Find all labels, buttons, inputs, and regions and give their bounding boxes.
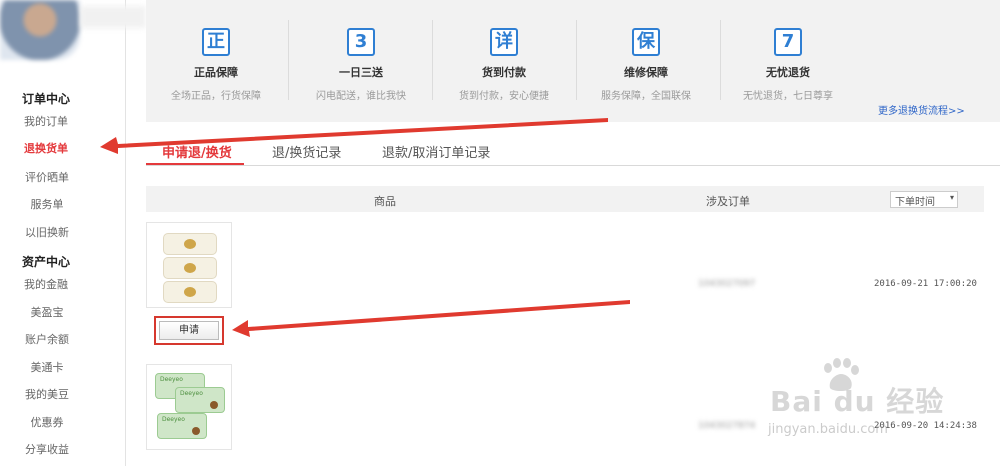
cod-icon: 详 <box>490 28 518 56</box>
product-image-pack <box>163 233 217 255</box>
product-thumbnail[interactable]: Deeyeo Deeyeo Deeyeo <box>146 364 232 450</box>
three-deliveries-icon: 3 <box>347 28 375 56</box>
service-seven-day-return: 7 无忧退货 无忧退货，七日尊享 <box>718 28 858 102</box>
tab-return-records[interactable]: 退/换货记录 <box>272 142 341 161</box>
seven-day-return-icon: 7 <box>774 28 802 56</box>
service-guarantee-band: 正 正品保障 全场正品，行货保障 3 一日三送 闪电配送，谁比我快 详 货到付款… <box>146 0 1000 122</box>
order-id-blurred[interactable]: 1043027874 <box>698 421 755 431</box>
sort-label: 下单时间 <box>895 197 935 208</box>
service-three-deliveries: 3 一日三送 闪电配送，谁比我快 <box>291 28 431 102</box>
more-return-process-link[interactable]: 更多退换货流程>> <box>878 102 965 117</box>
product-thumbnail[interactable] <box>146 222 232 308</box>
column-order: 涉及订单 <box>706 195 750 208</box>
sidebar-item-meitong-card[interactable]: 美通卡 <box>0 359 94 375</box>
active-tab-underline <box>146 163 244 165</box>
service-title: 货到付款 <box>482 66 526 79</box>
order-time: 2016-09-20 14:24:38 <box>874 421 977 431</box>
tab-refund-records[interactable]: 退款/取消订单记录 <box>382 142 490 161</box>
order-id-blurred[interactable]: 1043027097 <box>698 279 755 289</box>
section-order-center: 订单中心 <box>22 92 71 106</box>
sort-by-order-time-select[interactable]: 下单时间 ▾ <box>890 191 958 208</box>
service-desc: 货到付款，安心便捷 <box>459 91 549 102</box>
arrow-to-apply-button <box>232 300 630 337</box>
warranty-icon: 保 <box>632 28 660 56</box>
sidebar-item-finance[interactable]: 我的金融 <box>24 276 114 292</box>
product-image-wipes: Deeyeo <box>175 387 225 413</box>
avatar[interactable] <box>0 0 80 60</box>
service-title: 维修保障 <box>624 66 668 79</box>
service-desc: 无忧退货，七日尊享 <box>743 91 833 102</box>
sidebar-item-my-orders[interactable]: 我的订单 <box>24 113 114 129</box>
sidebar-item-coupons[interactable]: 优惠券 <box>0 414 94 430</box>
watermark-logo: Bai du 经验 <box>770 385 945 418</box>
section-asset-center: 资产中心 <box>22 255 71 269</box>
apply-button-highlight[interactable]: 申请 <box>154 316 224 345</box>
sidebar-item-share-earnings[interactable]: 分享收益 <box>0 441 94 457</box>
sidebar-item-meiyingbao[interactable]: 美盈宝 <box>0 304 94 320</box>
divider <box>432 20 433 100</box>
apply-button[interactable]: 申请 <box>159 321 219 340</box>
service-title: 无忧退货 <box>766 66 810 79</box>
service-warranty: 保 维修保障 服务保障，全国联保 <box>576 28 716 102</box>
order-time: 2016-09-21 17:00:20 <box>874 279 977 289</box>
tab-apply-return[interactable]: 申请退/换货 <box>162 142 232 161</box>
service-title: 一日三送 <box>339 66 383 79</box>
sidebar-item-service[interactable]: 服务单 <box>0 196 94 212</box>
service-authentic: 正 正品保障 全场正品，行货保障 <box>146 28 286 102</box>
chevron-down-icon: ▾ <box>949 193 954 202</box>
service-title: 正品保障 <box>194 66 238 79</box>
divider <box>288 20 289 100</box>
watermark-url: jingyan.baidu.com <box>768 422 888 437</box>
table-header: 商品 涉及订单 下单时间 ▾ <box>146 186 984 212</box>
service-desc: 全场正品，行货保障 <box>171 91 261 102</box>
return-tabs: 申请退/换货 退/换货记录 退款/取消订单记录 <box>146 138 1000 166</box>
sidebar-item-trade-in[interactable]: 以旧换新 <box>0 224 94 240</box>
column-goods: 商品 <box>374 195 396 208</box>
service-desc: 服务保障，全国联保 <box>601 91 691 102</box>
sidebar-item-balance[interactable]: 账户余额 <box>0 331 94 347</box>
service-desc: 闪电配送，谁比我快 <box>316 91 406 102</box>
username-blurred <box>80 6 146 28</box>
sidebar-item-reviews[interactable]: 评价晒单 <box>0 169 94 185</box>
sidebar-item-returns[interactable]: 退换货单 <box>24 140 114 156</box>
authentic-icon: 正 <box>202 28 230 56</box>
product-image-pack <box>163 257 217 279</box>
service-cod: 详 货到付款 货到付款，安心便捷 <box>434 28 574 102</box>
sidebar-item-beans[interactable]: 我的美豆 <box>0 386 94 402</box>
product-image-pack <box>163 281 217 303</box>
sidebar: 订单中心 我的订单 退换货单 评价晒单 服务单 以旧换新 资产中心 我的金融 美… <box>0 0 146 466</box>
product-image-wipes: Deeyeo <box>157 413 207 439</box>
